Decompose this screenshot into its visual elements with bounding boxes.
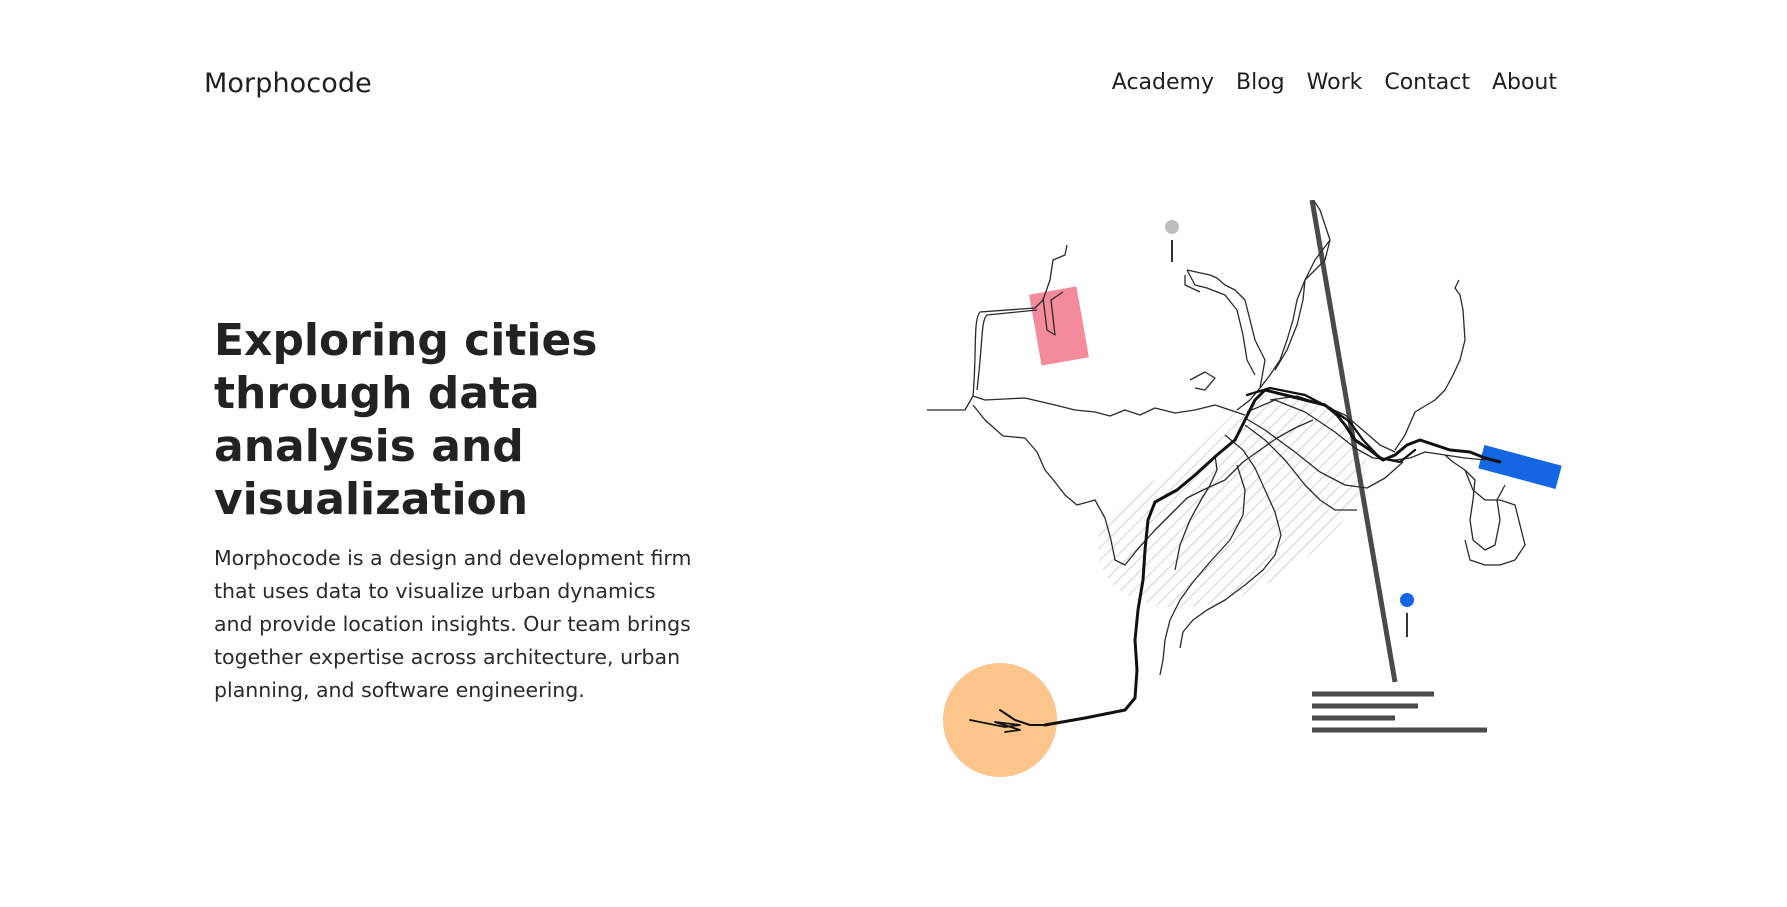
- city-map-illustration: [927, 200, 1562, 777]
- hero-title: Exploring cities through data analysis a…: [214, 315, 598, 525]
- nav-item-about[interactable]: About: [1492, 70, 1557, 95]
- brand-logo[interactable]: Morphocode: [204, 68, 372, 99]
- hatched-area: [1097, 392, 1367, 608]
- blue-rect-marker: [1478, 445, 1562, 489]
- main-nav: Academy Blog Work Contact About: [1112, 70, 1557, 95]
- blue-pin-marker: [1400, 593, 1414, 637]
- hero-description: Morphocode is a design and development f…: [214, 546, 692, 702]
- gray-pin-marker: [1165, 220, 1179, 262]
- pink-rect-marker: [1029, 286, 1089, 366]
- nav-item-work[interactable]: Work: [1307, 70, 1363, 95]
- nav-item-blog[interactable]: Blog: [1236, 70, 1285, 95]
- nav-item-contact[interactable]: Contact: [1384, 70, 1470, 95]
- nav-item-academy[interactable]: Academy: [1112, 70, 1214, 95]
- page: Morphocode Academy Blog Work Contact Abo…: [0, 0, 1787, 907]
- orange-circle-marker: [943, 663, 1057, 777]
